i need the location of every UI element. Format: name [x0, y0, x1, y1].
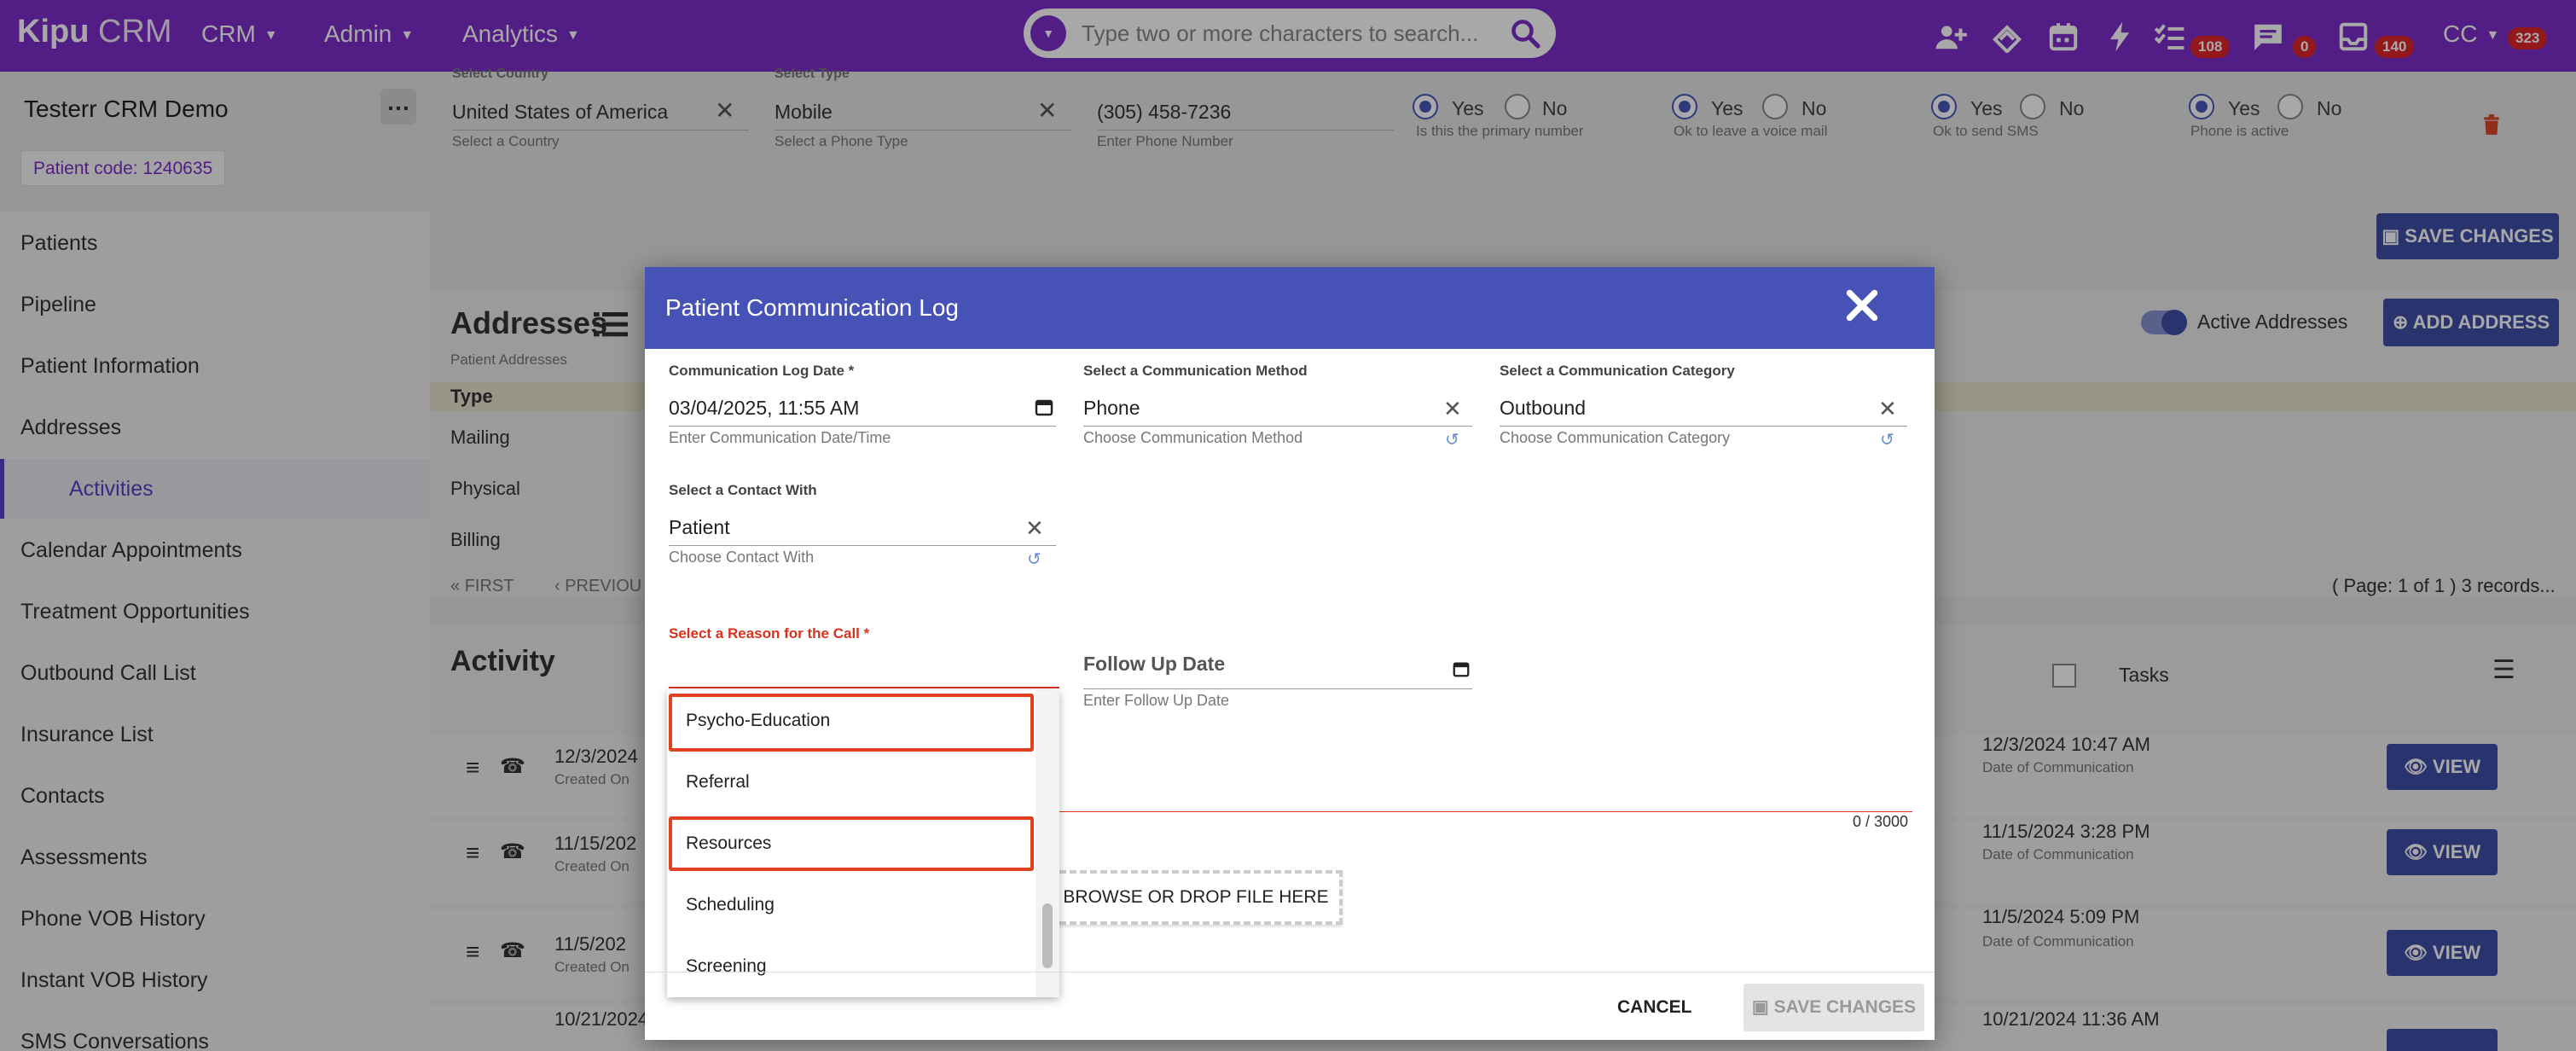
clear-icon[interactable]: ✕ — [1025, 516, 1044, 540]
undo-icon[interactable]: ↺ — [1027, 549, 1041, 570]
category-label: Select a Communication Category — [1500, 363, 1735, 379]
method-label: Select a Communication Method — [1083, 363, 1308, 379]
dropdown-option[interactable]: Referral — [667, 752, 1034, 813]
divider — [1500, 426, 1907, 427]
close-icon[interactable] — [1841, 284, 1883, 327]
contact-with-label: Select a Contact With — [669, 482, 817, 498]
calendar-icon[interactable] — [1452, 659, 1471, 678]
divider — [1083, 688, 1472, 689]
dropdown-option[interactable]: Screening — [667, 936, 1034, 997]
contact-with-select[interactable]: Patient — [669, 516, 730, 539]
category-hint: Choose Communication Category — [1500, 429, 1731, 446]
calendar-icon[interactable] — [1034, 397, 1054, 417]
divider — [645, 972, 1935, 973]
modal-title: Patient Communication Log — [665, 294, 959, 321]
method-select[interactable]: Phone — [1083, 397, 1140, 420]
clear-icon[interactable]: ✕ — [1878, 397, 1897, 421]
dropdown-scrollbar[interactable] — [1036, 690, 1059, 997]
category-select[interactable]: Outbound — [1500, 397, 1586, 420]
reason-dropdown: Psycho-Education Referral Resources Sche… — [667, 690, 1059, 997]
undo-icon[interactable]: ↺ — [1880, 429, 1894, 450]
file-drop-zone[interactable]: BROWSE OR DROP FILE HERE — [1049, 870, 1343, 925]
dropdown-option[interactable]: Scheduling — [667, 874, 1034, 936]
reason-label: Select a Reason for the Call * — [669, 625, 870, 642]
modal-header: Patient Communication Log — [645, 267, 1935, 349]
divider — [669, 426, 1056, 427]
divider — [1083, 426, 1472, 427]
follow-up-label: Follow Up Date — [1083, 653, 1226, 675]
save-changes-button[interactable]: ▣ SAVE CHANGES — [1743, 984, 1924, 1031]
reason-select[interactable] — [669, 687, 1059, 688]
clear-icon[interactable]: ✕ — [1443, 397, 1462, 421]
notes-textarea[interactable] — [1059, 811, 1912, 812]
log-date-hint: Enter Communication Date/Time — [669, 429, 891, 446]
divider — [669, 545, 1056, 546]
highlight-box — [669, 694, 1034, 752]
highlight-box — [669, 816, 1034, 871]
method-hint: Choose Communication Method — [1083, 429, 1303, 446]
log-date-label: Communication Log Date * — [669, 363, 855, 379]
char-count: 0 / 3000 — [1853, 813, 1909, 830]
follow-up-hint: Enter Follow Up Date — [1083, 692, 1230, 709]
log-date-input[interactable]: 03/04/2025, 11:55 AM — [669, 397, 859, 420]
undo-icon[interactable]: ↺ — [1445, 429, 1459, 450]
communication-log-modal: Patient Communication Log Communication … — [645, 267, 1935, 1040]
scrollbar-thumb[interactable] — [1042, 903, 1053, 968]
contact-with-hint: Choose Contact With — [669, 549, 815, 566]
cancel-button[interactable]: CANCEL — [1617, 997, 1692, 1018]
